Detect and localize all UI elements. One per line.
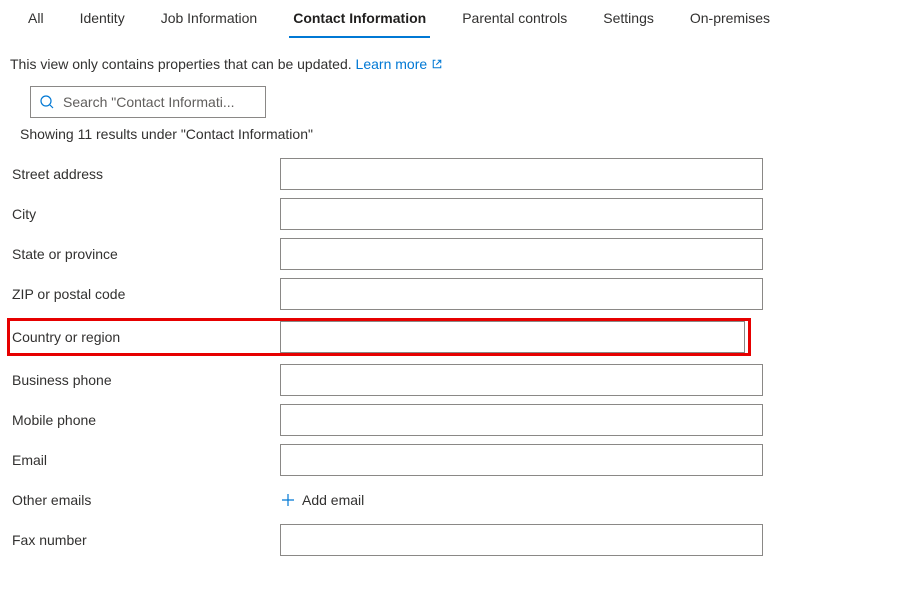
results-count: Showing 11 results under "Contact Inform… (10, 126, 891, 142)
learn-more-link[interactable]: Learn more (356, 56, 444, 72)
field-input-bphone[interactable] (280, 364, 763, 396)
field-label-fax: Fax number (10, 532, 280, 548)
external-link-icon (431, 58, 443, 70)
search-wrap (10, 86, 891, 118)
field-row-mphone: Mobile phone (10, 404, 891, 436)
form-rows: Street address City State or province ZIP o… (10, 158, 891, 556)
field-row-country: Country or region (7, 318, 751, 356)
learn-more-label: Learn more (356, 56, 428, 72)
field-row-zip: ZIP or postal code (10, 278, 891, 310)
content-area: This view only contains properties that … (0, 38, 901, 556)
field-input-email[interactable] (280, 444, 763, 476)
tab-onprem[interactable]: On-premises (672, 0, 788, 38)
search-box[interactable] (30, 86, 266, 118)
tab-identity[interactable]: Identity (62, 0, 143, 38)
field-input-mphone[interactable] (280, 404, 763, 436)
field-row-city: City (10, 198, 891, 230)
field-row-bphone: Business phone (10, 364, 891, 396)
tab-bar: AllIdentityJob InformationContact Inform… (0, 0, 901, 38)
field-input-state[interactable] (280, 238, 763, 270)
field-row-state: State or province (10, 238, 891, 270)
field-input-street[interactable] (280, 158, 763, 190)
field-input-fax[interactable] (280, 524, 763, 556)
search-input[interactable] (63, 94, 257, 110)
search-icon (39, 94, 55, 110)
field-label-email: Email (10, 452, 280, 468)
info-text: This view only contains properties that … (10, 56, 352, 72)
tab-contact[interactable]: Contact Information (275, 0, 444, 38)
add-email-label: Add email (302, 492, 364, 508)
tab-parental[interactable]: Parental controls (444, 0, 585, 38)
field-label-city: City (10, 206, 280, 222)
tab-all[interactable]: All (10, 0, 62, 38)
field-row-street: Street address (10, 158, 891, 190)
field-row-email: Email (10, 444, 891, 476)
tab-settings[interactable]: Settings (585, 0, 672, 38)
field-label-country: Country or region (10, 329, 280, 345)
field-label-state: State or province (10, 246, 280, 262)
field-input-country[interactable] (280, 321, 745, 353)
plus-icon (280, 492, 296, 508)
field-label-street: Street address (10, 166, 280, 182)
field-row-otheremails: Other emails Add email (10, 484, 891, 516)
field-input-zip[interactable] (280, 278, 763, 310)
field-label-zip: ZIP or postal code (10, 286, 280, 302)
field-label-otheremails: Other emails (10, 492, 280, 508)
field-row-fax: Fax number (10, 524, 891, 556)
info-row: This view only contains properties that … (10, 56, 891, 72)
field-input-city[interactable] (280, 198, 763, 230)
add-email-button[interactable]: Add email (280, 492, 364, 508)
field-label-bphone: Business phone (10, 372, 280, 388)
tab-job[interactable]: Job Information (143, 0, 276, 38)
field-label-mphone: Mobile phone (10, 412, 280, 428)
